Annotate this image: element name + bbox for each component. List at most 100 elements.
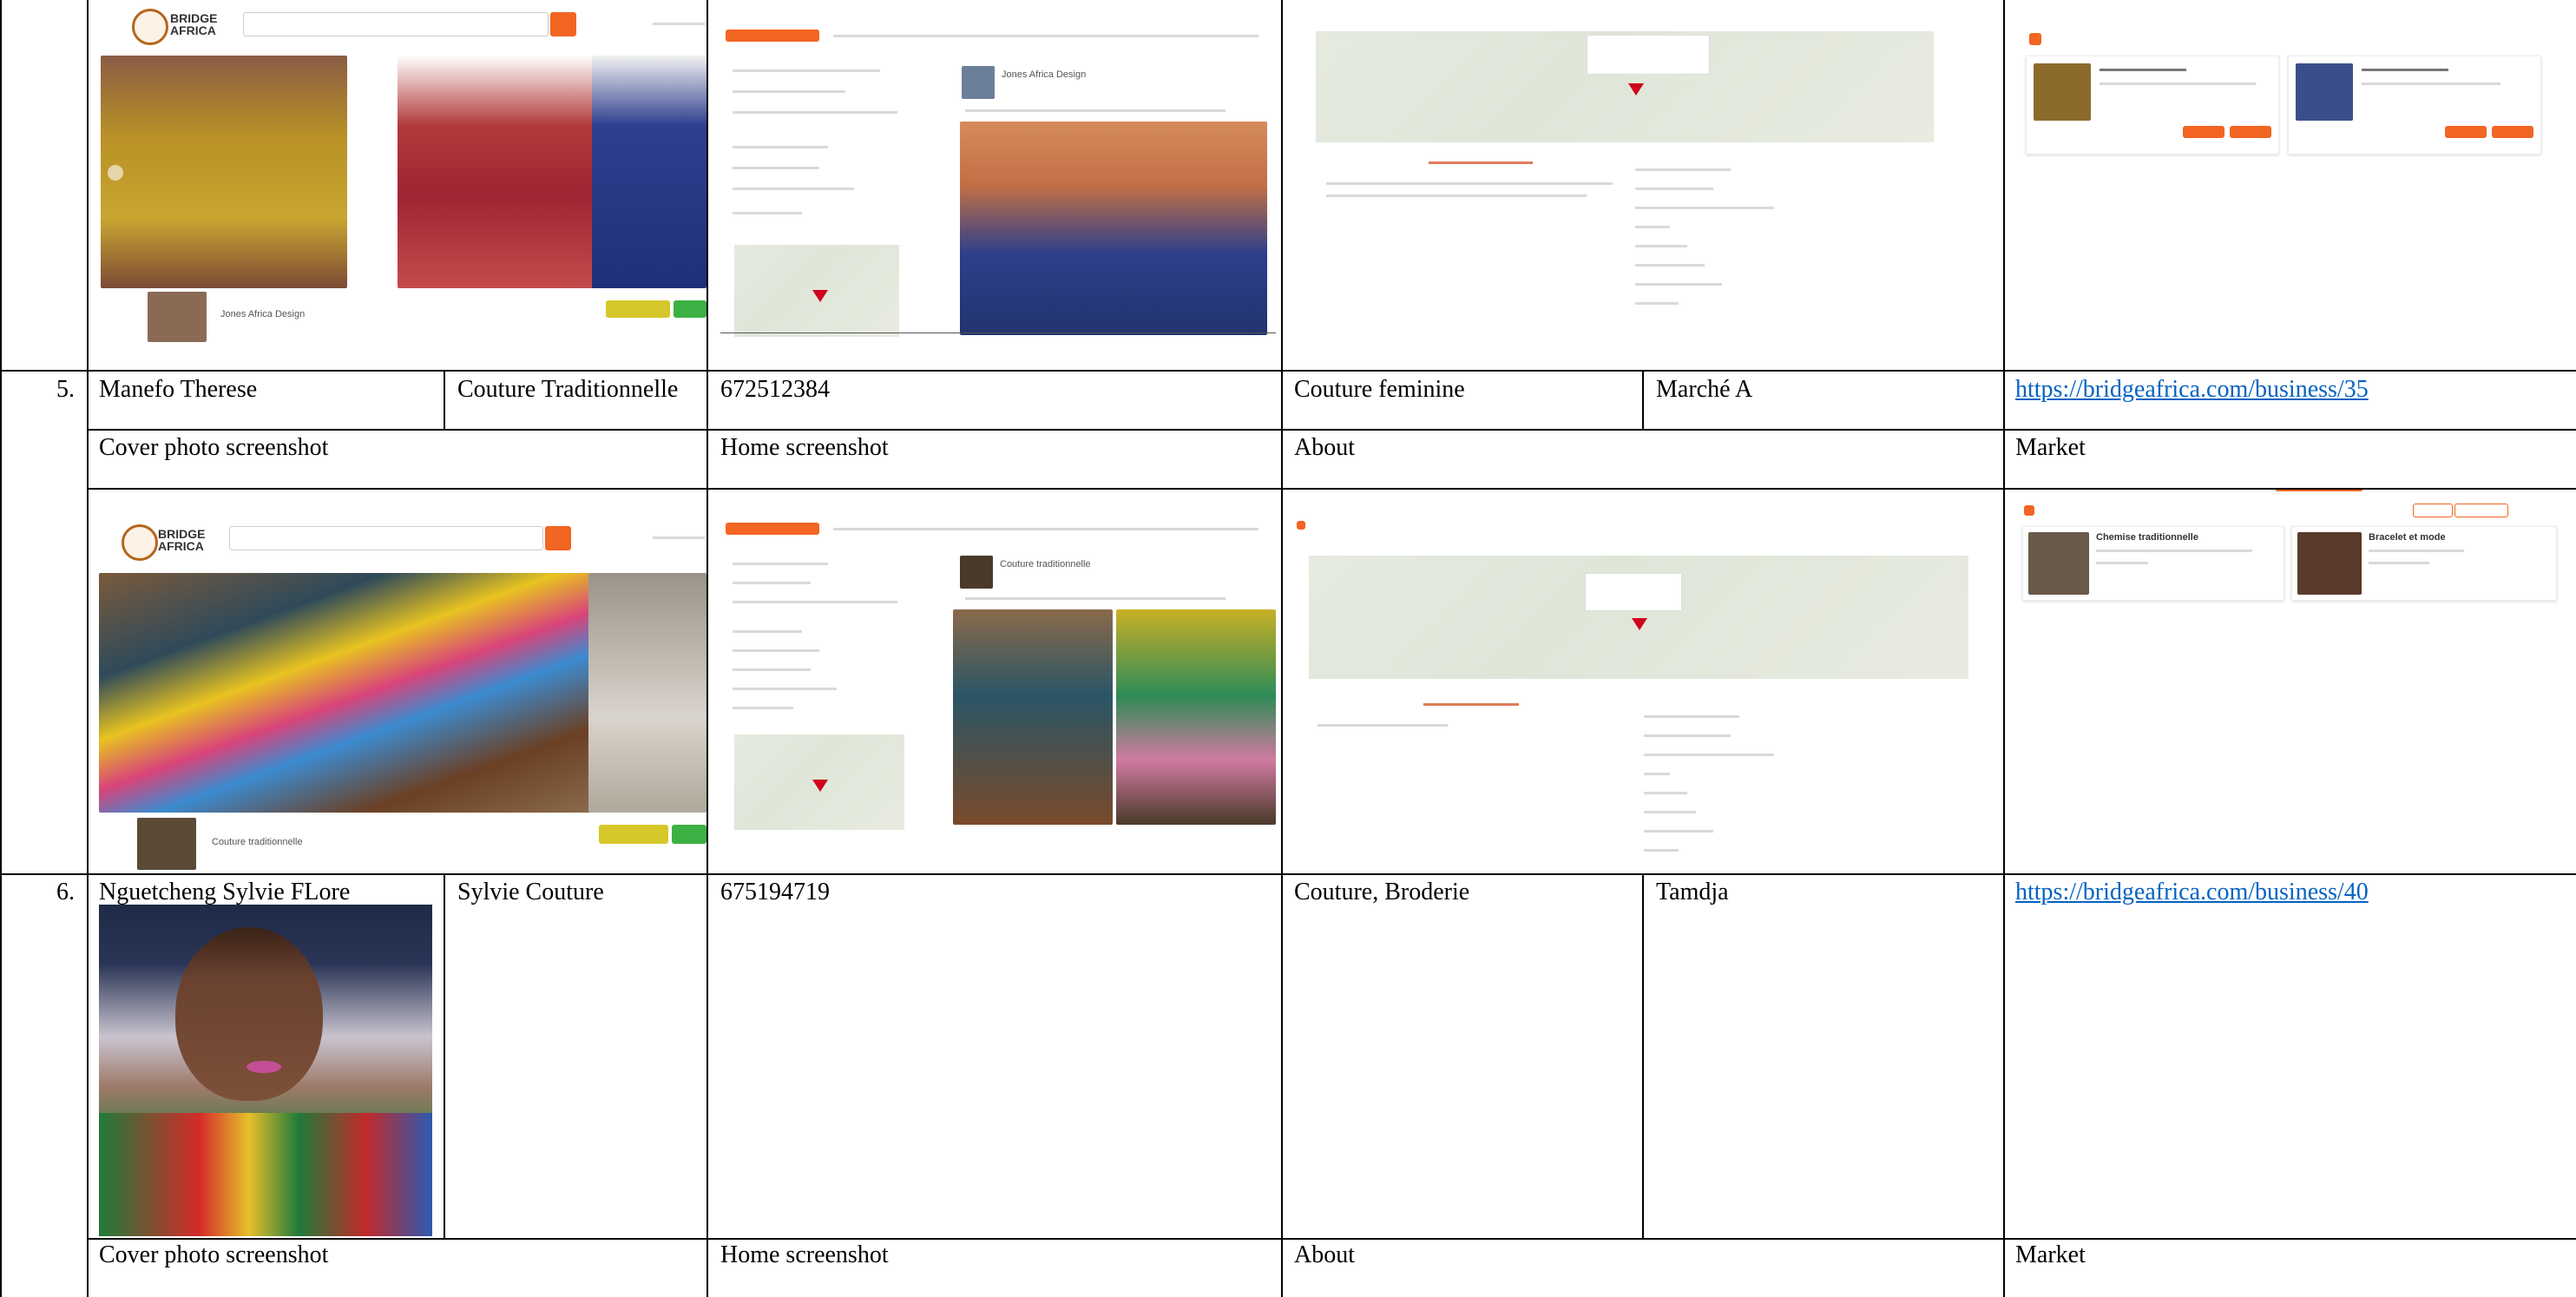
post-photo-bracelets — [953, 609, 1113, 825]
home-label: Home screenshot — [720, 1241, 889, 1268]
product-1-name: Chemise traditionnelle — [2096, 532, 2198, 543]
location: Marché A — [1656, 376, 1753, 403]
cover-photo-red-outfit — [398, 56, 606, 288]
nav-links — [653, 23, 705, 25]
table-border — [2003, 0, 2005, 1297]
community-tag — [606, 300, 670, 318]
buy-button[interactable] — [2230, 126, 2271, 138]
about-label: About — [1294, 434, 1355, 461]
message-button[interactable] — [674, 300, 706, 318]
document-table: BRIDGE AFRICA Jones Africa Design Jones … — [0, 0, 2576, 1297]
table-border — [444, 372, 445, 429]
cover-label: Cover photo screenshot — [99, 1241, 329, 1268]
home-screenshot: Couture traditionnelle — [720, 519, 1276, 833]
product-card-2[interactable]: Bracelet et mode — [2291, 526, 2557, 601]
about-label: About — [1294, 1241, 1355, 1268]
home-business-name: Couture traditionnelle — [1000, 559, 1091, 569]
cover-screenshot-previous: BRIDGE AFRICA Jones Africa Design — [97, 3, 706, 366]
table-border — [87, 0, 89, 1297]
phone-number: 672512384 — [720, 376, 830, 403]
row-number: 5. — [56, 376, 75, 403]
about-screenshot — [1293, 519, 1979, 866]
map-pin-icon — [812, 290, 828, 302]
tab-row[interactable] — [833, 528, 1258, 530]
map-info-card — [1587, 35, 1710, 75]
table-border — [1642, 874, 1644, 1239]
map-info-card — [1585, 573, 1682, 611]
map-pin-icon — [1632, 618, 1647, 630]
table-border — [1281, 0, 1283, 1297]
search-button[interactable] — [545, 526, 571, 550]
home-business-name: Jones Africa Design — [1002, 69, 1087, 80]
activity: Couture feminine — [1294, 376, 1465, 403]
carousel-prev-icon[interactable] — [101, 684, 113, 700]
add-to-cart-button[interactable] — [2445, 126, 2487, 138]
brand-name: BRIDGE AFRICA — [158, 527, 206, 553]
bridgeafrica-logo — [122, 524, 158, 561]
owner-portrait-photo — [99, 905, 432, 1236]
tab-home[interactable] — [726, 523, 819, 535]
home-screenshot-previous: Jones Africa Design — [720, 26, 1276, 340]
cover-photo-yellow-dress — [101, 56, 347, 288]
table-border — [0, 873, 2576, 875]
owner-name: Manefo Therese — [99, 376, 258, 403]
cover-photo-bracelets — [99, 573, 592, 813]
search-input[interactable] — [243, 12, 549, 36]
tab-row[interactable] — [833, 35, 1258, 37]
cover-business-name: Jones Africa Design — [220, 309, 306, 319]
search-button[interactable] — [550, 12, 576, 36]
add-to-cart-button[interactable] — [2183, 126, 2224, 138]
table-border — [0, 0, 2, 1297]
about-icon — [1297, 521, 1305, 530]
sell-button[interactable] — [2413, 504, 2453, 517]
product-card-1[interactable]: Chemise traditionnelle — [2022, 526, 2284, 601]
business-link[interactable]: https://bridgeafrica.com/business/40 — [2015, 878, 2369, 907]
product-card-2[interactable] — [2288, 56, 2541, 155]
market-label: Market — [2015, 434, 2086, 461]
market-icon — [2029, 33, 2041, 45]
market-screenshot-previous — [2022, 30, 2546, 160]
cover-screenshot: BRIDGE AFRICA Couture traditionnelle — [97, 519, 706, 872]
profile-thumbnail — [148, 292, 207, 342]
table-border — [87, 488, 2576, 490]
market-label: Market — [2015, 1241, 2086, 1268]
search-input[interactable] — [229, 526, 543, 550]
bridgeafrica-logo — [132, 9, 168, 45]
tab-home[interactable] — [726, 30, 819, 42]
table-border — [444, 874, 445, 1239]
location: Tamdja — [1656, 879, 1729, 905]
carousel-prev-icon[interactable] — [108, 165, 123, 181]
buy-button[interactable] — [2492, 126, 2533, 138]
brand-name: BRIDGE AFRICA — [170, 11, 218, 37]
table-border — [706, 0, 708, 1297]
market-screenshot: Chemise traditionnelle Bracelet et mode — [2017, 486, 2576, 616]
nav-links — [653, 537, 705, 539]
cover-label: Cover photo screenshot — [99, 434, 329, 461]
cover-photo-blue-outfit — [592, 56, 706, 288]
post-avatar — [960, 556, 993, 589]
business-name: Couture Traditionnelle — [457, 376, 679, 403]
table-border — [87, 429, 2576, 431]
map-pin-icon — [1628, 83, 1644, 95]
cover-photo-side — [588, 573, 706, 813]
phone-number: 675194719 — [720, 879, 830, 905]
community-tag — [599, 825, 668, 844]
activity: Couture, Broderie — [1294, 879, 1470, 905]
map-pin-icon — [812, 780, 828, 792]
business-link[interactable]: https://bridgeafrica.com/business/35 — [2015, 375, 2369, 405]
profile-thumbnail — [137, 818, 196, 870]
table-border — [1642, 372, 1644, 429]
post-photo-necklaces — [1116, 609, 1276, 825]
add-product-button[interactable] — [2454, 504, 2508, 517]
cover-business-name: Couture traditionnelle — [212, 837, 303, 847]
owner-name: Nguetcheng Sylvie FLore — [99, 879, 351, 905]
about-screenshot-previous — [1300, 26, 1960, 313]
post-avatar — [962, 66, 995, 99]
message-button[interactable] — [672, 825, 706, 844]
product-2-name: Bracelet et mode — [2369, 532, 2446, 543]
post-photo-man-in-blue — [960, 122, 1267, 335]
table-border — [0, 370, 2576, 372]
row-number: 6. — [56, 879, 75, 905]
market-icon — [2024, 505, 2034, 516]
product-card-1[interactable] — [2026, 56, 2279, 155]
